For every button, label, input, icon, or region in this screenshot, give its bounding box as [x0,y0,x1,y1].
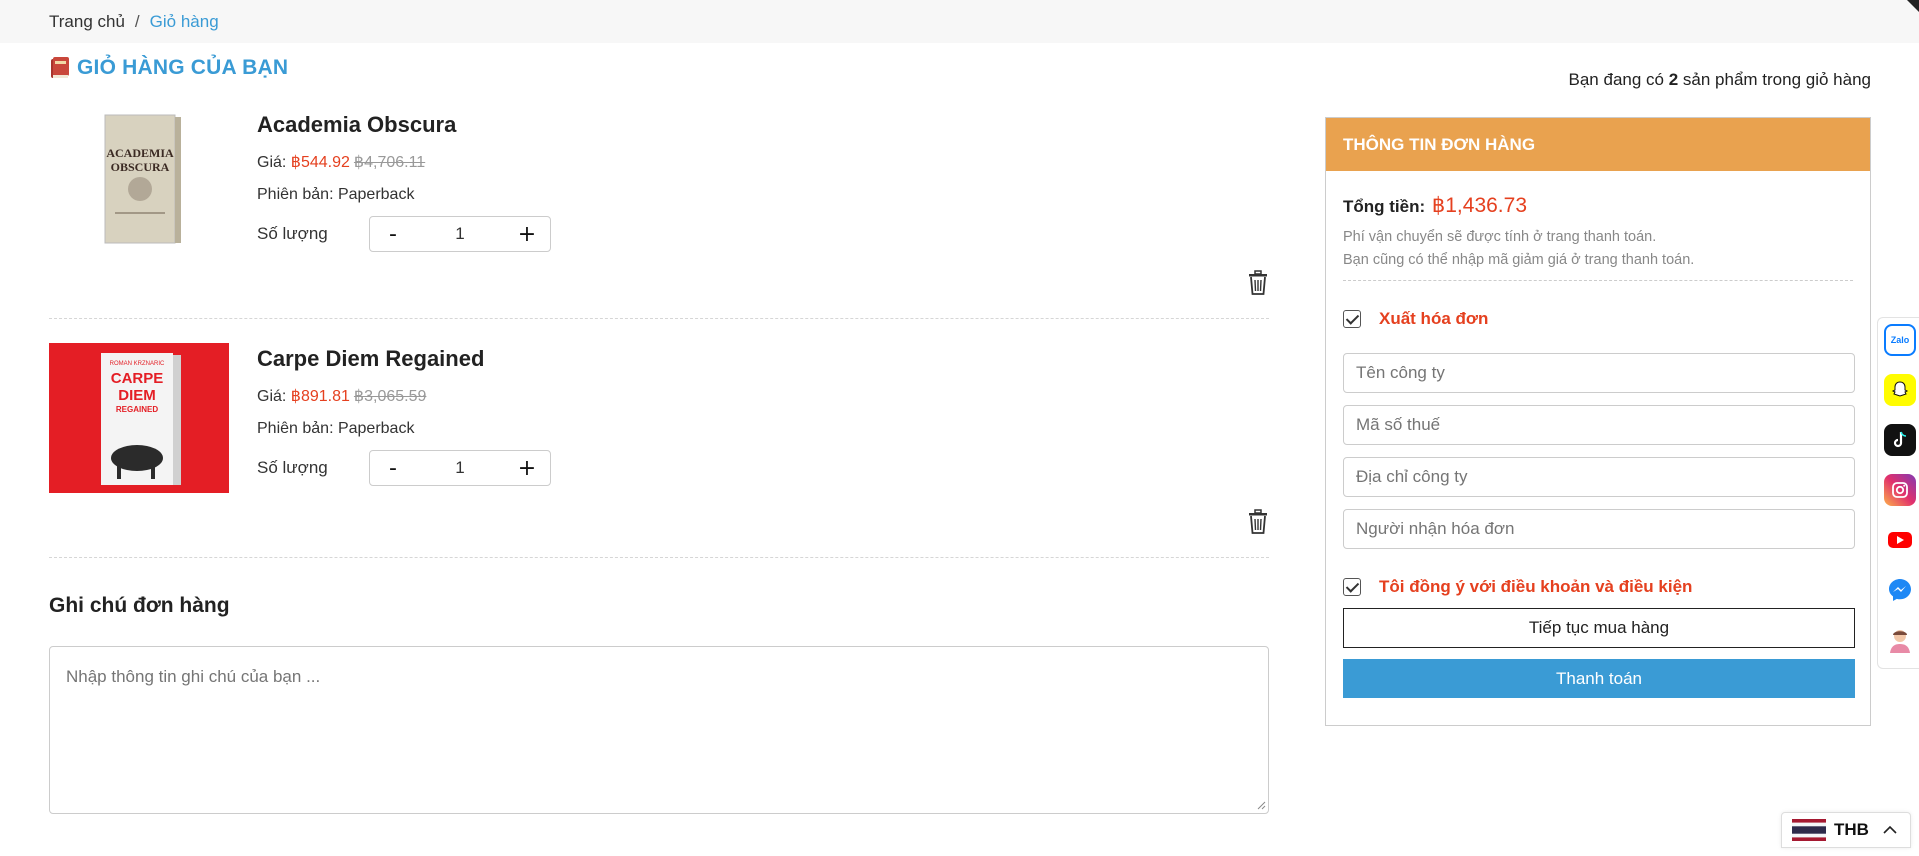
corner-mark [1907,0,1919,12]
quantity-stepper: - 1 + [369,216,551,252]
order-note-textarea[interactable] [49,646,1269,814]
quantity-value[interactable]: 1 [416,458,504,478]
increase-quantity-button[interactable]: + [504,451,550,485]
company-name-field[interactable] [1343,353,1855,393]
quantity-row: Số lượng - 1 + [257,450,551,486]
quantity-row: Số lượng - 1 + [257,216,551,252]
invoice-receiver-field[interactable] [1343,509,1855,549]
breadcrumb: Trang chủ / Giỏ hàng [0,0,1919,43]
support-avatar-icon[interactable] [1884,624,1916,656]
current-price: ฿891.81 [290,388,350,405]
youtube-icon[interactable] [1884,524,1916,556]
breadcrumb-separator: / [134,11,140,31]
shipping-note: Phí vận chuyển sẽ được tính ở trang than… [1343,226,1853,272]
cover-title-text: ACADEMIA OBSCURA [106,146,174,174]
cart-item: ACADEMIA OBSCURA Academia Obscura Giá: ฿5… [49,103,1269,319]
order-total-label: Tổng tiền: [1343,197,1426,216]
terms-checkbox-label[interactable]: Tôi đồng ý với điều khoản và điều kiện [1379,577,1692,597]
trash-icon[interactable] [1247,270,1269,296]
invoice-checkbox[interactable] [1343,310,1361,328]
resize-grip-icon[interactable] [1256,800,1266,810]
product-name[interactable]: Carpe Diem Regained [257,346,551,372]
tax-code-field[interactable] [1343,405,1855,445]
zalo-label: Zalo [1890,335,1910,345]
cart-count-value: 2 [1668,70,1679,89]
instagram-icon[interactable] [1884,474,1916,506]
checkout-button[interactable]: Thanh toán [1343,659,1855,698]
cart-heading: GIỎ HÀNG CỦA BẠN [49,56,288,80]
support-avatar-glyph [1890,630,1910,653]
decrease-quantity-button[interactable]: - [370,217,416,251]
book-icon [51,57,69,78]
old-price: ฿4,706.11 [353,154,426,171]
quantity-label: Số lượng [257,224,328,243]
shipping-note-line: Phí vận chuyển sẽ được tính ở trang than… [1343,229,1657,245]
order-summary-header: THÔNG TIN ĐƠN HÀNG [1326,118,1870,171]
edition-row: Phiên bản: Paperback [257,186,551,204]
zalo-icon[interactable]: Zalo [1884,324,1916,356]
currency-code: THB [1834,820,1869,839]
company-address-field[interactable] [1343,457,1855,497]
price-row: Giá: ฿891.81 ฿3,065.59 [257,386,551,406]
product-image-carpe-diem-regained[interactable]: ROMAN KRZNARIC CARPE DIEM REGAINED [49,343,229,493]
snapchat-icon[interactable] [1884,374,1916,406]
order-note-title: Ghi chú đơn hàng [49,594,230,617]
edition-value: Paperback [337,186,415,203]
edition-value: Paperback [337,420,415,437]
social-sidebar: Zalo [1877,317,1919,669]
cart-count-suffix: sản phẩm trong giỏ hàng [1678,70,1871,89]
quantity-value[interactable]: 1 [416,224,504,244]
chevron-up-icon [1883,825,1897,834]
quantity-stepper: - 1 + [369,450,551,486]
terms-checkbox-row: Tôi đồng ý với điều khoản và điều kiện [1343,577,1853,597]
quantity-label: Số lượng [257,458,328,477]
edition-row: Phiên bản: Paperback [257,420,551,438]
cover-title-text: CARPE DIEM REGAINED [111,370,164,414]
price-label: Giá: [257,154,291,171]
breadcrumb-home-link[interactable]: Trang chủ [49,12,125,32]
terms-checkbox[interactable] [1343,578,1361,596]
divider [1343,280,1853,281]
item-info: Carpe Diem Regained Giá: ฿891.81 ฿3,065.5… [257,346,551,486]
continue-shopping-button[interactable]: Tiếp tục mua hàng [1343,608,1855,648]
messenger-icon[interactable] [1884,574,1916,606]
cart-item: ROMAN KRZNARIC CARPE DIEM REGAINED Carpe D… [49,319,1269,558]
cover-author-text: ROMAN KRZNARIC [110,361,165,367]
decrease-quantity-button[interactable]: - [370,451,416,485]
order-summary-panel: THÔNG TIN ĐƠN HÀNG Tổng tiền: ฿1,436.73 … [1325,117,1871,726]
currency-selector[interactable]: THB [1781,812,1911,848]
edition-label: Phiên bản: [257,420,338,437]
discount-note-line: Bạn cũng có thể nhập mã giảm giá ở trang… [1343,252,1695,268]
order-total-value: ฿1,436.73 [1431,194,1527,217]
page-title: GIỎ HÀNG CỦA BẠN [77,56,289,79]
old-price: ฿3,065.59 [353,388,427,405]
increase-quantity-button[interactable]: + [504,217,550,251]
product-image-academia-obscura[interactable]: ACADEMIA OBSCURA [49,103,229,253]
current-price: ฿544.92 [290,154,350,171]
messenger-glyph [1889,579,1911,601]
trash-icon[interactable] [1247,509,1269,535]
product-name[interactable]: Academia Obscura [257,112,551,138]
thailand-flag-icon [1792,819,1826,841]
tiktok-icon[interactable] [1884,424,1916,456]
breadcrumb-current: Giỏ hàng [149,11,219,31]
order-total-row: Tổng tiền: ฿1,436.73 [1343,193,1853,218]
price-row: Giá: ฿544.92 ฿4,706.11 [257,152,551,172]
invoice-checkbox-label[interactable]: Xuất hóa đơn [1379,309,1488,329]
edition-label: Phiên bản: [257,186,338,203]
item-info: Academia Obscura Giá: ฿544.92 ฿4,706.11 P… [257,112,551,252]
snapchat-glyph [1891,381,1909,397]
tiktok-glyph [1893,431,1907,448]
invoice-checkbox-row: Xuất hóa đơn [1343,309,1853,329]
cart-count-text: Bạn đang có 2 sản phẩm trong giỏ hàng [1569,70,1871,90]
price-label: Giá: [257,388,291,405]
youtube-glyph [1888,532,1912,548]
instagram-glyph [1892,482,1908,498]
cart-count-prefix: Bạn đang có [1568,70,1669,89]
